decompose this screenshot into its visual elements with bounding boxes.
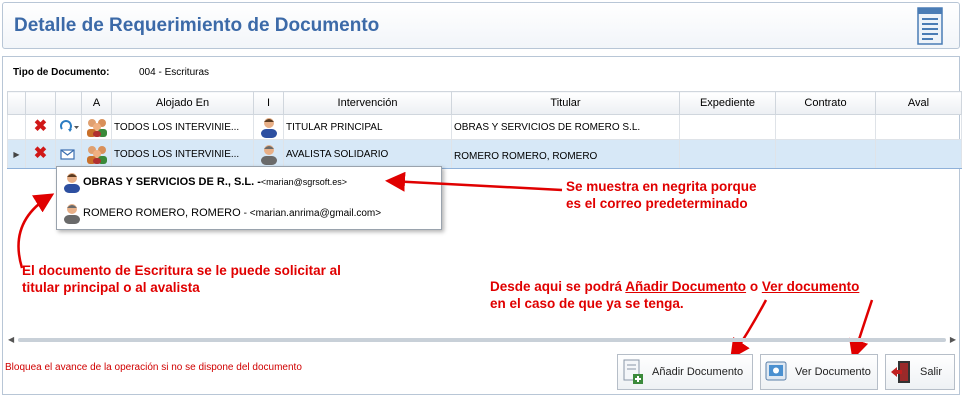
arrow-to-default-email	[385, 171, 563, 192]
exit-label: Salir	[920, 366, 943, 378]
scroll-left-icon[interactable]: ◀	[8, 335, 14, 344]
horizontal-scrollbar[interactable]: ◀ ▶	[8, 335, 956, 344]
view-document-label: Ver Documento	[795, 366, 871, 378]
annotation-left: El documento de Escritura se le puede so…	[22, 262, 341, 296]
annotation-line: Desde aqui se podrá Añadir Documento o V…	[490, 278, 859, 295]
annotation-line: Se muestra en negrita porque	[566, 179, 757, 194]
view-document-button[interactable]: Ver Documento	[760, 354, 878, 390]
annotation-right: Desde aqui se podrá Añadir Documento o V…	[490, 278, 859, 312]
annotation-text: o	[746, 279, 762, 294]
exit-icon	[891, 361, 910, 383]
annotation-text-underlined: Añadir Documento	[625, 279, 747, 294]
exit-button[interactable]: Salir	[885, 354, 955, 390]
annotation-line: titular principal o al avalista	[22, 280, 200, 295]
warning-text: Bloquea el avance de la operación si no …	[5, 362, 302, 373]
annotation-line: es el correo predeterminado	[566, 196, 748, 211]
add-document-label: Añadir Documento	[652, 366, 744, 378]
scrollbar-track[interactable]	[18, 338, 946, 342]
arrow-to-dropdown	[17, 193, 55, 269]
add-document-icon	[623, 359, 643, 384]
annotation-text: Desde aqui se podrá	[490, 279, 626, 294]
annotation-line: El documento de Escritura se le puede so…	[22, 263, 341, 278]
annotation-line: en el caso de que ya se tenga.	[490, 296, 684, 311]
annotation-text-underlined: Ver documento	[761, 279, 860, 294]
scroll-right-icon[interactable]: ▶	[950, 335, 956, 344]
annotation-bold: Se muestra en negrita porque es el corre…	[566, 178, 757, 212]
add-document-button[interactable]: Añadir Documento	[617, 354, 753, 390]
view-document-icon	[765, 361, 787, 381]
